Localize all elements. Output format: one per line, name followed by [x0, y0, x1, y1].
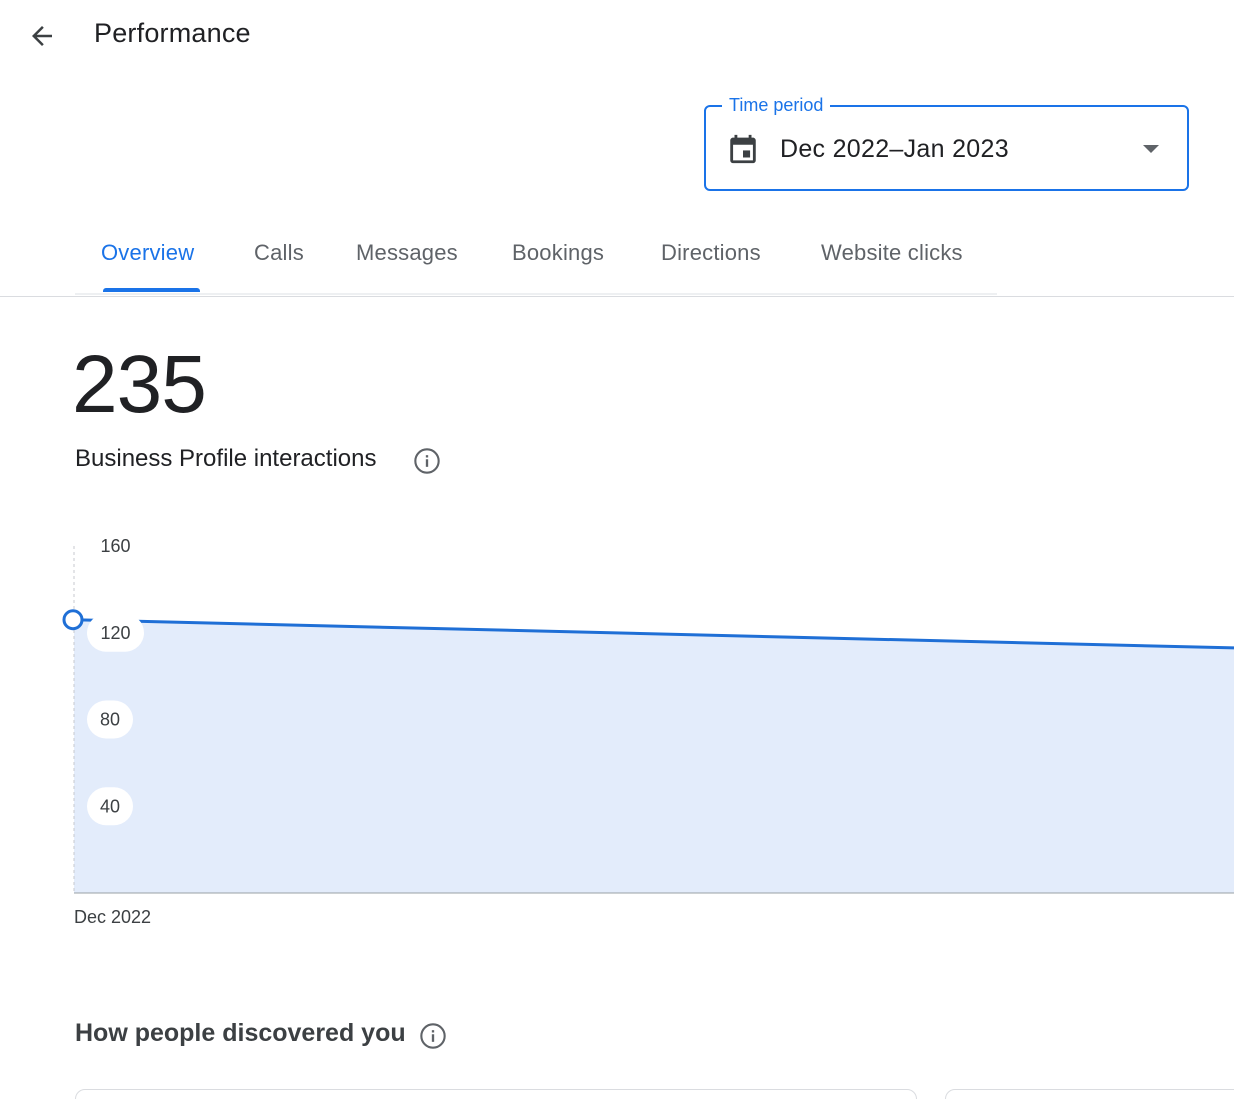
- area-fill: [74, 619, 1234, 893]
- tab-overview[interactable]: Overview: [101, 240, 194, 266]
- discovery-card: [945, 1089, 1234, 1099]
- active-tab-indicator: [103, 288, 200, 292]
- performance-page: Performance Time period Dec 2022–Jan 202…: [0, 0, 1234, 1099]
- y-tick-label: 160: [100, 536, 130, 556]
- y-tick-label: 120: [100, 623, 130, 643]
- page-title: Performance: [94, 18, 251, 48]
- tab-calls[interactable]: Calls: [254, 240, 304, 266]
- y-tick-label: 40: [100, 796, 120, 816]
- metric-label: Business Profile interactions: [75, 445, 377, 472]
- dropdown-arrow-icon: [1143, 145, 1159, 153]
- interactions-chart: 40 80 120 160 Dec 2022: [62, 536, 1234, 927]
- x-tick-label: Dec 2022: [74, 907, 151, 927]
- discovery-card: [75, 1089, 917, 1099]
- data-point-marker: [62, 609, 84, 631]
- arrow-back-icon: [32, 26, 52, 46]
- tab-bar: Overview Calls Messages Bookings Directi…: [75, 222, 997, 295]
- back-button[interactable]: [20, 14, 64, 58]
- info-icon[interactable]: [413, 447, 441, 475]
- tab-messages[interactable]: Messages: [356, 240, 458, 266]
- time-period-value: Dec 2022–Jan 2023: [780, 135, 1009, 163]
- tab-directions[interactable]: Directions: [661, 240, 761, 266]
- tab-website-clicks[interactable]: Website clicks: [821, 240, 963, 266]
- tab-bookings[interactable]: Bookings: [512, 240, 604, 266]
- time-period-select[interactable]: Time period Dec 2022–Jan 2023: [704, 95, 1189, 191]
- info-icon[interactable]: [419, 1022, 447, 1050]
- time-period-label: Time period: [722, 95, 831, 115]
- discovered-section-title: How people discovered you: [75, 1019, 406, 1047]
- y-tick-label: 80: [100, 710, 120, 730]
- calendar-icon: [730, 134, 756, 164]
- tabs-divider: [0, 296, 1234, 297]
- metric-value: 235: [72, 339, 207, 430]
